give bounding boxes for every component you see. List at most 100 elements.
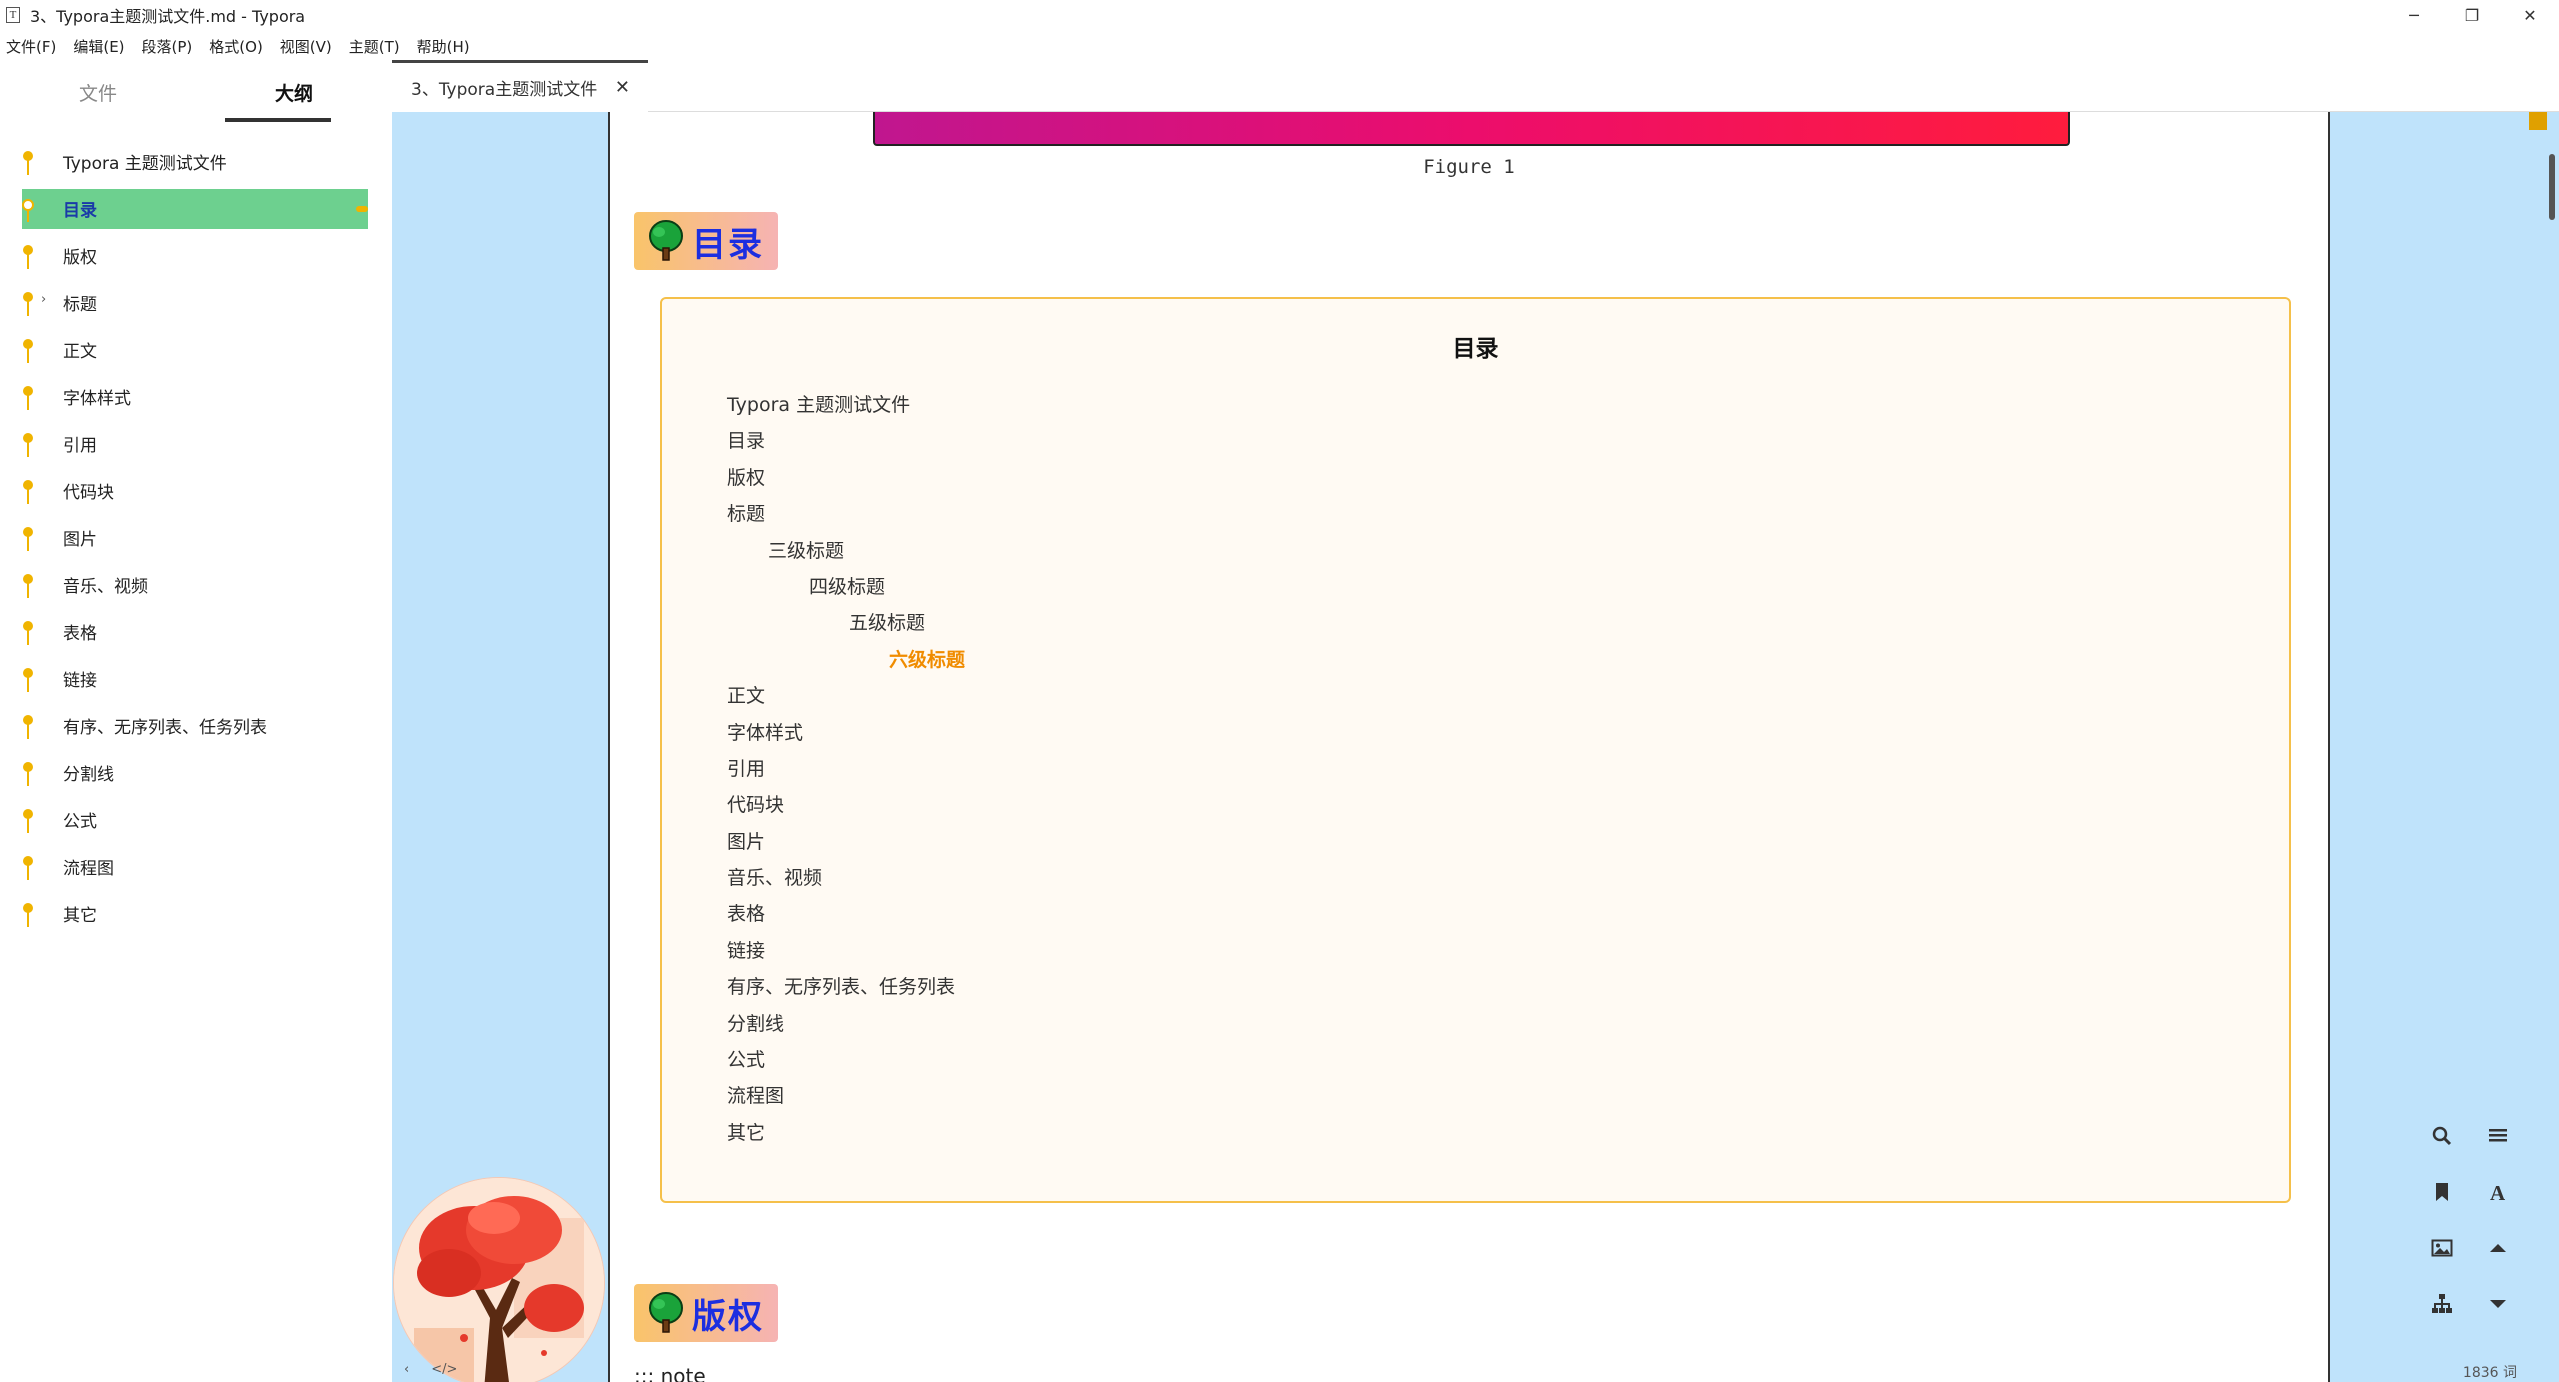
close-tab-icon[interactable]: ✕: [615, 77, 630, 98]
window-title: 3、Typora主题测试文件.md - Typora: [30, 7, 306, 26]
document-tab[interactable]: 3、Typora主题测试文件 ✕: [392, 60, 648, 112]
toc-link[interactable]: 版权: [727, 460, 965, 496]
image-button[interactable]: [2420, 1226, 2464, 1270]
outline-item-label: 分割线: [63, 765, 114, 785]
menu-item-5[interactable]: 主题(T): [349, 36, 400, 57]
close-window-button[interactable]: ✕: [2501, 0, 2559, 30]
window-controls: ─ ❐ ✕: [2385, 0, 2559, 30]
outline-item[interactable]: › 标题: [0, 279, 392, 326]
vertical-scrollbar[interactable]: [2549, 154, 2555, 220]
outline-item[interactable]: Typora 主题测试文件: [0, 138, 392, 185]
outline-item[interactable]: 音乐、视频: [0, 561, 392, 608]
list-icon: [2489, 1129, 2507, 1142]
arrow-down-icon: [2490, 1300, 2506, 1308]
outline-item[interactable]: 版权: [0, 232, 392, 279]
outline-item-label: 音乐、视频: [63, 577, 148, 597]
sitemap-button[interactable]: [2420, 1282, 2464, 1326]
heading-toc[interactable]: 目录: [634, 212, 778, 270]
outline-item-label: 流程图: [63, 859, 114, 879]
outline-item[interactable]: 表格: [0, 608, 392, 655]
pin-icon: [22, 668, 34, 692]
toc-link[interactable]: 其它: [727, 1115, 965, 1151]
tree-icon: [649, 220, 683, 261]
editor-canvas: Figure 1 目录 目录 Typora 主题测试文件 目录 版权 标题 三级标题 四级…: [392, 112, 2559, 1382]
toc-link[interactable]: 目录: [727, 423, 965, 459]
toc-link[interactable]: 图片: [727, 824, 965, 860]
pin-icon: [22, 480, 34, 504]
outline-item[interactable]: 链接: [0, 655, 392, 702]
menu-item-2[interactable]: 段落(P): [142, 36, 193, 57]
restore-button[interactable]: ❐: [2443, 0, 2501, 30]
toc-link[interactable]: 四级标题: [727, 569, 965, 605]
chevron-right-icon[interactable]: ›: [41, 292, 46, 307]
active-tab-underline: [225, 118, 331, 122]
toc-link[interactable]: 标题: [727, 496, 965, 532]
menu-item-0[interactable]: 文件(F): [6, 36, 56, 57]
toc-link[interactable]: 引用: [727, 751, 965, 787]
title-bar: T 3、Typora主题测试文件.md - Typora ─ ❐ ✕: [0, 0, 2559, 30]
toc-link[interactable]: 表格: [727, 896, 965, 932]
toc-link[interactable]: 正文: [727, 678, 965, 714]
outline-item-label: 标题: [63, 295, 97, 315]
toc-link[interactable]: 五级标题: [727, 605, 965, 641]
outline-item[interactable]: 流程图: [0, 843, 392, 890]
pin-icon: [22, 715, 34, 739]
outline-item[interactable]: 分割线: [0, 749, 392, 796]
scroll-down-button[interactable]: [2476, 1282, 2520, 1326]
document-tab-label: 3、Typora主题测试文件: [411, 80, 598, 100]
heading-copyright[interactable]: 版权: [634, 1284, 778, 1342]
outline-item[interactable]: 公式: [0, 796, 392, 843]
outline-item[interactable]: 字体样式: [0, 373, 392, 420]
figure-caption: Figure 1: [1423, 156, 1515, 178]
toc-link[interactable]: 字体样式: [727, 715, 965, 751]
outline-item-label: 正文: [63, 342, 97, 362]
outline-item[interactable]: 引用: [0, 420, 392, 467]
outline-item[interactable]: 有序、无序列表、任务列表: [0, 702, 392, 749]
svg-text:A: A: [2490, 1181, 2506, 1204]
tree-icon: [649, 1292, 683, 1333]
list-button[interactable]: [2476, 1114, 2520, 1158]
menu-item-6[interactable]: 帮助(H): [417, 36, 470, 57]
toc-link[interactable]: 分割线: [727, 1006, 965, 1042]
outline-item[interactable]: 代码块: [0, 467, 392, 514]
toc-link[interactable]: 公式: [727, 1042, 965, 1078]
toc-link[interactable]: 三级标题: [727, 533, 965, 569]
toc-list: Typora 主题测试文件 目录 版权 标题 三级标题 四级标题 五级标题 六级标题 正文 字体样…: [727, 387, 965, 1151]
toc-link[interactable]: 有序、无序列表、任务列表: [727, 969, 965, 1005]
toc-link[interactable]: 链接: [727, 933, 965, 969]
outline-item[interactable]: 其它: [0, 890, 392, 937]
search-icon: [2432, 1126, 2452, 1146]
pin-icon: [22, 433, 34, 457]
outline-item-label: 代码块: [63, 483, 114, 503]
toc-link[interactable]: 音乐、视频: [727, 860, 965, 896]
collapse-sidebar-icon[interactable]: ‹: [404, 1362, 409, 1377]
mascot-tree-illustration: [393, 1177, 605, 1382]
word-count[interactable]: 1836 词: [2463, 1362, 2517, 1382]
tab-files[interactable]: 文件: [0, 68, 196, 128]
toc-link[interactable]: 代码块: [727, 787, 965, 823]
outline-list: Typora 主题测试文件 目录 版权 › 标题正文字体样式 引用代码块图片音乐、视频表格…: [0, 138, 392, 937]
minimize-button[interactable]: ─: [2385, 0, 2443, 30]
font-icon: A: [2490, 1181, 2506, 1204]
menu-bar: 文件(F) 编辑(E) 段落(P) 格式(O) 视图(V) 主题(T) 帮助(H): [0, 32, 487, 60]
minimap-marker: [2529, 112, 2547, 130]
toc-title: 目录: [1452, 336, 1499, 362]
pin-icon: [22, 245, 34, 269]
scroll-up-button[interactable]: [2476, 1226, 2520, 1270]
toc-link[interactable]: 六级标题: [727, 642, 965, 678]
menu-item-1[interactable]: 编辑(E): [73, 36, 124, 57]
toc-link[interactable]: 流程图: [727, 1078, 965, 1114]
source-code-mode-icon[interactable]: </>: [431, 1362, 457, 1377]
search-button[interactable]: [2420, 1114, 2464, 1158]
menu-item-3[interactable]: 格式(O): [209, 36, 263, 57]
outline-item[interactable]: 图片: [0, 514, 392, 561]
toc-link[interactable]: Typora 主题测试文件: [727, 387, 965, 423]
bookmark-button[interactable]: [2420, 1170, 2464, 1214]
menu-item-4[interactable]: 视图(V): [280, 36, 332, 57]
font-button[interactable]: A: [2476, 1170, 2520, 1214]
outline-item[interactable]: 目录: [0, 185, 392, 232]
outline-item[interactable]: 正文: [0, 326, 392, 373]
document-page[interactable]: Figure 1 目录 目录 Typora 主题测试文件 目录 版权 标题 三级标题 四级…: [608, 112, 2330, 1382]
red-tree-icon: [394, 1178, 604, 1382]
outline-item-label: 其它: [63, 906, 97, 926]
